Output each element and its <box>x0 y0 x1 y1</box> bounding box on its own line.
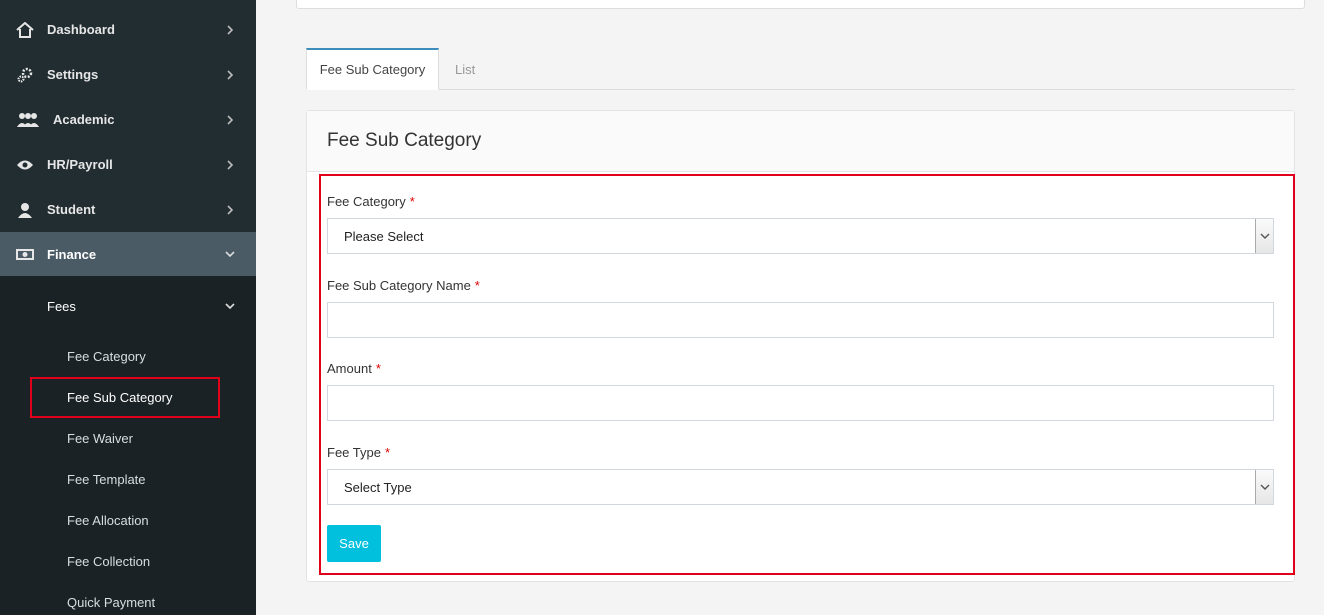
chevron-down-icon <box>225 251 235 258</box>
sidebar: Dashboard Settings Academic HR/Payroll S… <box>0 0 256 615</box>
top-panel <box>296 0 1305 9</box>
submenu-item-fee-waiver[interactable]: Fee Waiver <box>67 431 133 446</box>
highlight-box-sidebar <box>30 377 220 418</box>
chevron-right-icon <box>227 114 234 125</box>
user-icon <box>14 199 36 221</box>
sidebar-item-finance[interactable]: Finance <box>0 232 256 276</box>
sidebar-item-student[interactable]: Student <box>0 187 256 232</box>
chevron-right-icon <box>227 69 234 80</box>
card-title: Fee Sub Category <box>307 111 1294 172</box>
submenu-item-fee-allocation[interactable]: Fee Allocation <box>67 513 149 528</box>
sidebar-item-fees[interactable]: Fees <box>0 284 256 328</box>
tab-list[interactable]: List <box>455 48 475 90</box>
sidebar-item-label: Settings <box>47 67 99 82</box>
tab-bar: Fee Sub Category List <box>306 48 1295 90</box>
submenu-item-fee-collection[interactable]: Fee Collection <box>67 554 150 569</box>
sidebar-item-settings[interactable]: Settings <box>0 52 256 97</box>
users-icon <box>14 109 42 131</box>
tab-fee-sub-category[interactable]: Fee Sub Category <box>306 48 439 90</box>
eye-icon <box>14 154 36 176</box>
submenu-item-fee-category[interactable]: Fee Category <box>67 349 146 364</box>
sidebar-item-label: Academic <box>53 112 115 127</box>
chevron-right-icon <box>227 24 234 35</box>
submenu-item-fee-template[interactable]: Fee Template <box>67 472 146 487</box>
sidebar-item-label: Student <box>47 202 96 217</box>
highlight-box-form <box>319 174 1295 575</box>
sidebar-item-hr-payroll[interactable]: HR/Payroll <box>0 142 256 187</box>
home-icon <box>14 19 36 41</box>
sidebar-item-label: HR/Payroll <box>47 157 113 172</box>
sidebar-item-label: Fees <box>47 298 76 314</box>
sidebar-item-label: Dashboard <box>47 22 115 37</box>
sidebar-item-label: Finance <box>47 246 97 262</box>
chevron-right-icon <box>227 204 234 215</box>
chevron-right-icon <box>227 159 234 170</box>
gears-icon <box>14 64 36 86</box>
submenu-item-quick-payment[interactable]: Quick Payment <box>67 595 155 610</box>
sidebar-item-academic[interactable]: Academic <box>0 97 256 142</box>
sidebar-item-dashboard[interactable]: Dashboard <box>0 7 256 52</box>
money-icon <box>14 243 36 265</box>
chevron-down-icon <box>225 303 235 310</box>
